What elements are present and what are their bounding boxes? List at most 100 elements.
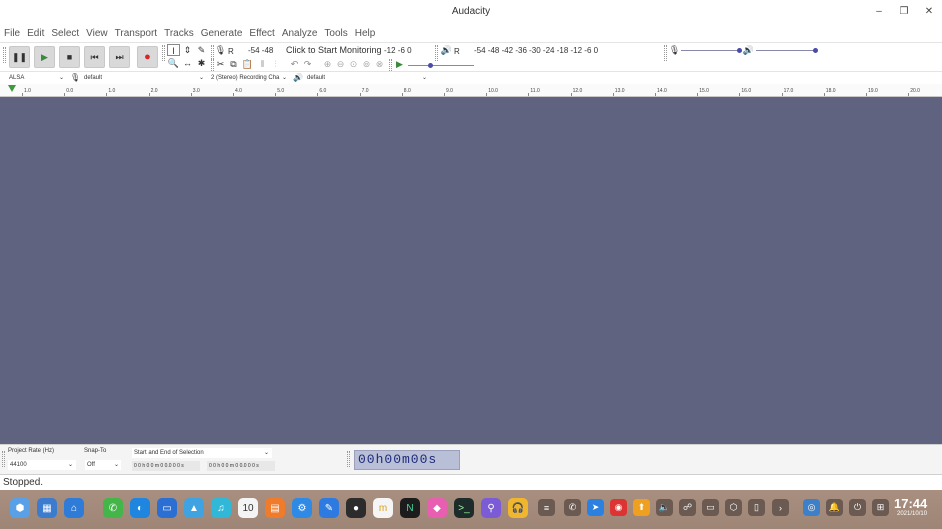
toolbar-grip[interactable] — [664, 45, 667, 61]
microphone-icon[interactable]: 🎙 — [214, 44, 227, 56]
stop-button[interactable]: ■ — [59, 46, 80, 68]
music-icon[interactable]: ♫ — [211, 498, 231, 518]
tray-shield-icon[interactable]: ⬡ — [725, 499, 742, 516]
menu-view[interactable]: View — [86, 27, 108, 41]
search-app-icon[interactable]: ⚲ — [481, 498, 501, 518]
skip-to-start-button[interactable]: ⏮ — [84, 46, 105, 68]
record-button[interactable]: ● — [137, 46, 158, 68]
play-head-icon[interactable] — [8, 85, 16, 92]
tray-volume-icon[interactable]: 🔈 — [656, 499, 673, 516]
timeline-ruler[interactable]: 1.0 0.0 1.0 2.0 3.0 4.0 5.0 6.0 7.0 8.0 9.0 10.0 11.… — [0, 84, 942, 97]
multi-tool-icon[interactable]: ✱ — [195, 57, 208, 69]
color-picker-icon[interactable]: ◆ — [427, 498, 447, 518]
tray-battery-icon[interactable]: ▭ — [702, 499, 719, 516]
playback-volume-knob[interactable] — [813, 48, 818, 53]
project-rate-select[interactable]: 44100 ⌄ — [8, 460, 76, 470]
settings-icon[interactable]: ⚙ — [292, 498, 312, 518]
cut-icon[interactable]: ✂ — [214, 58, 227, 70]
terminal-icon[interactable]: >_ — [454, 498, 474, 518]
trim-icon[interactable]: ⫴ — [256, 58, 269, 70]
editor-icon[interactable]: ✎ — [319, 498, 339, 518]
tray-wechat-icon[interactable]: ✆ — [564, 499, 581, 516]
click-to-start-monitoring[interactable]: Click to Start Monitoring — [286, 45, 382, 55]
selection-tool-icon[interactable]: I — [167, 44, 180, 56]
play-button[interactable]: ▶ — [34, 46, 55, 68]
maximize-icon[interactable]: ❐ — [897, 5, 911, 19]
zoom-in-icon[interactable]: ⊕ — [321, 58, 334, 70]
menu-effect[interactable]: Effect — [249, 27, 274, 41]
playback-device-select[interactable]: default ⌄ — [307, 73, 429, 83]
zoom-toggle-icon[interactable]: ⊗ — [373, 58, 386, 70]
silence-icon[interactable]: ⫶ — [269, 58, 282, 70]
audio-host-select[interactable]: ALSA ⌄ — [9, 73, 66, 83]
multitask-view-icon[interactable]: ▦ — [37, 498, 57, 518]
tray-phone-icon[interactable]: ▯ — [748, 499, 765, 516]
tray-notification-icon[interactable]: 🔔 — [826, 499, 843, 516]
copy-icon[interactable]: ⧉ — [227, 58, 240, 70]
play-at-speed-icon[interactable]: ▶ — [393, 58, 406, 70]
envelope-tool-icon[interactable]: ⇕ — [181, 44, 194, 56]
menu-generate[interactable]: Generate — [201, 27, 243, 41]
tray-expand-icon[interactable]: › — [772, 499, 789, 516]
clock-time[interactable]: 17:44 — [894, 496, 927, 511]
audio-position-display[interactable]: 00h00m00s — [354, 450, 460, 470]
selection-start-time[interactable]: 0 0 h 0 0 m 0 0.0 0 0 s — [132, 461, 200, 471]
menu-analyze[interactable]: Analyze — [282, 27, 318, 41]
minimize-icon[interactable]: – — [872, 5, 886, 19]
app-store-icon[interactable]: ▤ — [265, 498, 285, 518]
zoom-tool-icon[interactable]: 🔍 — [167, 57, 180, 69]
pause-button[interactable]: ❚❚ — [9, 46, 30, 68]
menu-file[interactable]: File — [4, 27, 20, 41]
fit-selection-icon[interactable]: ⊙ — [347, 58, 360, 70]
audacity-icon[interactable]: ● — [346, 498, 366, 518]
tray-network-icon[interactable]: ☍ — [679, 499, 696, 516]
draw-tool-icon[interactable]: ✎ — [195, 44, 208, 56]
recording-volume-slider[interactable] — [681, 50, 739, 51]
time-shift-tool-icon[interactable]: ↔ — [181, 57, 194, 69]
close-icon[interactable]: ✕ — [922, 5, 936, 19]
tray-power-icon[interactable]: ⏻ — [849, 499, 866, 516]
ide-icon[interactable]: N — [400, 498, 420, 518]
tray-update-icon[interactable]: ⬆ — [633, 499, 650, 516]
redo-icon[interactable]: ↷ — [301, 58, 314, 70]
wechat-icon[interactable]: ✆ — [103, 498, 123, 518]
play-speed-knob[interactable] — [428, 63, 433, 68]
undo-icon[interactable]: ↶ — [288, 58, 301, 70]
speaker-icon[interactable]: 🔊 — [440, 44, 453, 56]
playback-volume-slider[interactable] — [756, 50, 816, 51]
tray-app-icon[interactable]: ◎ — [803, 499, 820, 516]
toolbar-grip[interactable] — [347, 451, 350, 467]
file-manager-icon[interactable]: ▭ — [157, 498, 177, 518]
snap-to-select[interactable]: Off ⌄ — [85, 460, 121, 470]
headphones-icon[interactable]: 🎧 — [508, 498, 528, 518]
skip-to-end-button[interactable]: ⏭ — [109, 46, 130, 68]
selection-mode-select[interactable]: Start and End of Selection ⌄ — [132, 448, 272, 458]
zoom-out-icon[interactable]: ⊖ — [334, 58, 347, 70]
track-area[interactable] — [0, 97, 942, 444]
menu-edit[interactable]: Edit — [27, 27, 44, 41]
toolbar-grip[interactable] — [435, 45, 438, 61]
m-app-icon[interactable]: m — [373, 498, 393, 518]
browser-icon[interactable]: ◐ — [130, 498, 150, 518]
calendar-icon[interactable]: 10 — [238, 498, 258, 518]
tray-notes-icon[interactable]: ≡ — [538, 499, 555, 516]
play-speed-slider[interactable] — [408, 65, 474, 66]
tray-plugin-icon[interactable]: ⊞ — [872, 499, 889, 516]
toolbar-grip[interactable] — [2, 451, 5, 467]
recording-channels-select[interactable]: 2 (Stereo) Recording Cha ⌄ — [211, 73, 289, 83]
selection-end-time[interactable]: 0 0 h 0 0 m 0 0.0 0 0 s — [207, 461, 275, 471]
menu-help[interactable]: Help — [355, 27, 376, 41]
menu-tools[interactable]: Tools — [324, 27, 347, 41]
menu-select[interactable]: Select — [51, 27, 79, 41]
tray-arrow-icon[interactable]: ➤ — [587, 499, 604, 516]
toolbar-grip[interactable] — [162, 45, 165, 61]
recording-device-select[interactable]: default ⌄ — [84, 73, 206, 83]
launcher-icon[interactable]: ⬢ — [10, 498, 30, 518]
fit-project-icon[interactable]: ⊚ — [360, 58, 373, 70]
menu-transport[interactable]: Transport — [115, 27, 157, 41]
image-viewer-icon[interactable]: ▲ — [184, 498, 204, 518]
menu-tracks[interactable]: Tracks — [164, 27, 194, 41]
paste-icon[interactable]: 📋 — [241, 58, 254, 70]
home-folder-icon[interactable]: ⌂ — [64, 498, 84, 518]
tray-record-icon[interactable]: ◉ — [610, 499, 627, 516]
